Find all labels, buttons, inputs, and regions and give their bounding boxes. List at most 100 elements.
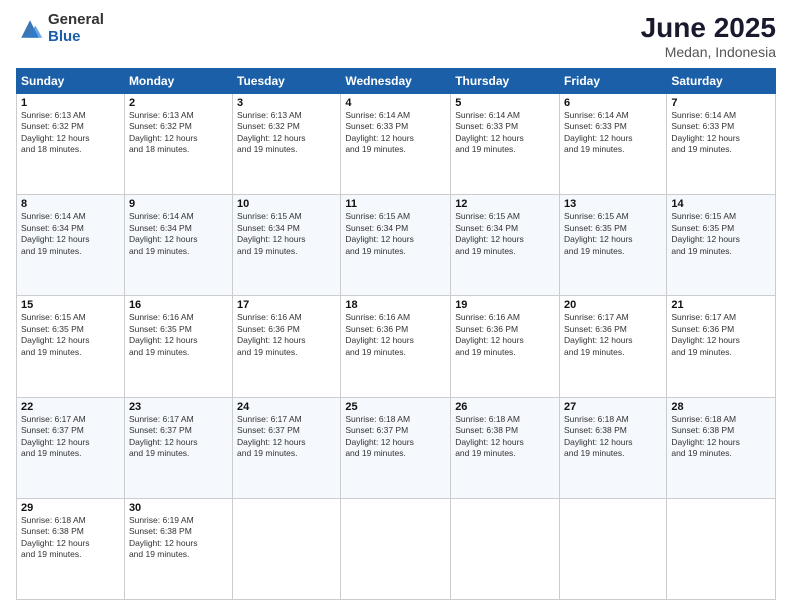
day-number: 15	[21, 299, 120, 311]
calendar-week-row: 1 Sunrise: 6:13 AMSunset: 6:32 PMDayligh…	[17, 94, 776, 195]
table-row: 21 Sunrise: 6:17 AMSunset: 6:36 PMDaylig…	[667, 296, 776, 397]
day-number: 4	[345, 97, 446, 109]
col-sunday: Sunday	[17, 69, 125, 94]
cell-info: Sunrise: 6:14 AMSunset: 6:33 PMDaylight:…	[345, 110, 414, 154]
day-number: 13	[564, 198, 662, 210]
table-row: 17 Sunrise: 6:16 AMSunset: 6:36 PMDaylig…	[233, 296, 341, 397]
cell-info: Sunrise: 6:17 AMSunset: 6:36 PMDaylight:…	[564, 312, 633, 356]
cell-info: Sunrise: 6:17 AMSunset: 6:37 PMDaylight:…	[237, 414, 306, 458]
cell-info: Sunrise: 6:14 AMSunset: 6:33 PMDaylight:…	[671, 110, 740, 154]
cell-info: Sunrise: 6:18 AMSunset: 6:38 PMDaylight:…	[564, 414, 633, 458]
table-row: 9 Sunrise: 6:14 AMSunset: 6:34 PMDayligh…	[124, 195, 232, 296]
table-row	[341, 498, 451, 599]
table-row: 28 Sunrise: 6:18 AMSunset: 6:38 PMDaylig…	[667, 397, 776, 498]
table-row: 6 Sunrise: 6:14 AMSunset: 6:33 PMDayligh…	[560, 94, 667, 195]
day-number: 29	[21, 502, 120, 514]
calendar-week-row: 29 Sunrise: 6:18 AMSunset: 6:38 PMDaylig…	[17, 498, 776, 599]
logo-icon	[16, 15, 44, 43]
cell-info: Sunrise: 6:18 AMSunset: 6:37 PMDaylight:…	[345, 414, 414, 458]
table-row: 30 Sunrise: 6:19 AMSunset: 6:38 PMDaylig…	[124, 498, 232, 599]
table-row: 18 Sunrise: 6:16 AMSunset: 6:36 PMDaylig…	[341, 296, 451, 397]
table-row: 23 Sunrise: 6:17 AMSunset: 6:37 PMDaylig…	[124, 397, 232, 498]
table-row	[667, 498, 776, 599]
table-row: 8 Sunrise: 6:14 AMSunset: 6:34 PMDayligh…	[17, 195, 125, 296]
col-friday: Friday	[560, 69, 667, 94]
cell-info: Sunrise: 6:14 AMSunset: 6:34 PMDaylight:…	[21, 211, 90, 255]
table-row	[451, 498, 560, 599]
table-row: 3 Sunrise: 6:13 AMSunset: 6:32 PMDayligh…	[233, 94, 341, 195]
col-tuesday: Tuesday	[233, 69, 341, 94]
table-row: 5 Sunrise: 6:14 AMSunset: 6:33 PMDayligh…	[451, 94, 560, 195]
day-number: 25	[345, 401, 446, 413]
table-row: 16 Sunrise: 6:16 AMSunset: 6:35 PMDaylig…	[124, 296, 232, 397]
table-row: 11 Sunrise: 6:15 AMSunset: 6:34 PMDaylig…	[341, 195, 451, 296]
cell-info: Sunrise: 6:16 AMSunset: 6:36 PMDaylight:…	[345, 312, 414, 356]
cell-info: Sunrise: 6:17 AMSunset: 6:37 PMDaylight:…	[129, 414, 198, 458]
logo-text: General Blue	[48, 12, 104, 45]
main-title: June 2025	[641, 12, 776, 44]
cell-info: Sunrise: 6:18 AMSunset: 6:38 PMDaylight:…	[671, 414, 740, 458]
col-wednesday: Wednesday	[341, 69, 451, 94]
day-number: 26	[455, 401, 555, 413]
cell-info: Sunrise: 6:15 AMSunset: 6:35 PMDaylight:…	[671, 211, 740, 255]
table-row: 7 Sunrise: 6:14 AMSunset: 6:33 PMDayligh…	[667, 94, 776, 195]
day-number: 20	[564, 299, 662, 311]
col-monday: Monday	[124, 69, 232, 94]
calendar-header-row: Sunday Monday Tuesday Wednesday Thursday…	[17, 69, 776, 94]
cell-info: Sunrise: 6:17 AMSunset: 6:37 PMDaylight:…	[21, 414, 90, 458]
subtitle: Medan, Indonesia	[641, 44, 776, 60]
cell-info: Sunrise: 6:15 AMSunset: 6:34 PMDaylight:…	[455, 211, 524, 255]
table-row: 15 Sunrise: 6:15 AMSunset: 6:35 PMDaylig…	[17, 296, 125, 397]
day-number: 16	[129, 299, 228, 311]
calendar-week-row: 8 Sunrise: 6:14 AMSunset: 6:34 PMDayligh…	[17, 195, 776, 296]
cell-info: Sunrise: 6:16 AMSunset: 6:35 PMDaylight:…	[129, 312, 198, 356]
table-row: 14 Sunrise: 6:15 AMSunset: 6:35 PMDaylig…	[667, 195, 776, 296]
table-row: 10 Sunrise: 6:15 AMSunset: 6:34 PMDaylig…	[233, 195, 341, 296]
cell-info: Sunrise: 6:16 AMSunset: 6:36 PMDaylight:…	[237, 312, 306, 356]
table-row: 29 Sunrise: 6:18 AMSunset: 6:38 PMDaylig…	[17, 498, 125, 599]
table-row: 13 Sunrise: 6:15 AMSunset: 6:35 PMDaylig…	[560, 195, 667, 296]
cell-info: Sunrise: 6:15 AMSunset: 6:34 PMDaylight:…	[345, 211, 414, 255]
table-row: 27 Sunrise: 6:18 AMSunset: 6:38 PMDaylig…	[560, 397, 667, 498]
day-number: 2	[129, 97, 228, 109]
cell-info: Sunrise: 6:15 AMSunset: 6:34 PMDaylight:…	[237, 211, 306, 255]
table-row	[560, 498, 667, 599]
table-row: 20 Sunrise: 6:17 AMSunset: 6:36 PMDaylig…	[560, 296, 667, 397]
cell-info: Sunrise: 6:13 AMSunset: 6:32 PMDaylight:…	[21, 110, 90, 154]
day-number: 23	[129, 401, 228, 413]
day-number: 8	[21, 198, 120, 210]
day-number: 28	[671, 401, 771, 413]
day-number: 10	[237, 198, 336, 210]
title-block: June 2025 Medan, Indonesia	[641, 12, 776, 60]
day-number: 22	[21, 401, 120, 413]
day-number: 9	[129, 198, 228, 210]
cell-info: Sunrise: 6:18 AMSunset: 6:38 PMDaylight:…	[21, 515, 90, 559]
cell-info: Sunrise: 6:18 AMSunset: 6:38 PMDaylight:…	[455, 414, 524, 458]
calendar-week-row: 22 Sunrise: 6:17 AMSunset: 6:37 PMDaylig…	[17, 397, 776, 498]
day-number: 21	[671, 299, 771, 311]
logo: General Blue	[16, 12, 104, 45]
cell-info: Sunrise: 6:14 AMSunset: 6:33 PMDaylight:…	[455, 110, 524, 154]
day-number: 12	[455, 198, 555, 210]
calendar: Sunday Monday Tuesday Wednesday Thursday…	[16, 68, 776, 600]
day-number: 24	[237, 401, 336, 413]
day-number: 5	[455, 97, 555, 109]
day-number: 11	[345, 198, 446, 210]
day-number: 6	[564, 97, 662, 109]
cell-info: Sunrise: 6:16 AMSunset: 6:36 PMDaylight:…	[455, 312, 524, 356]
day-number: 3	[237, 97, 336, 109]
col-thursday: Thursday	[451, 69, 560, 94]
day-number: 18	[345, 299, 446, 311]
table-row: 1 Sunrise: 6:13 AMSunset: 6:32 PMDayligh…	[17, 94, 125, 195]
cell-info: Sunrise: 6:14 AMSunset: 6:33 PMDaylight:…	[564, 110, 633, 154]
logo-general-text: General	[48, 12, 104, 29]
cell-info: Sunrise: 6:13 AMSunset: 6:32 PMDaylight:…	[129, 110, 198, 154]
table-row: 24 Sunrise: 6:17 AMSunset: 6:37 PMDaylig…	[233, 397, 341, 498]
day-number: 17	[237, 299, 336, 311]
day-number: 27	[564, 401, 662, 413]
table-row: 25 Sunrise: 6:18 AMSunset: 6:37 PMDaylig…	[341, 397, 451, 498]
table-row: 26 Sunrise: 6:18 AMSunset: 6:38 PMDaylig…	[451, 397, 560, 498]
day-number: 1	[21, 97, 120, 109]
logo-blue-text: Blue	[48, 29, 104, 46]
cell-info: Sunrise: 6:14 AMSunset: 6:34 PMDaylight:…	[129, 211, 198, 255]
